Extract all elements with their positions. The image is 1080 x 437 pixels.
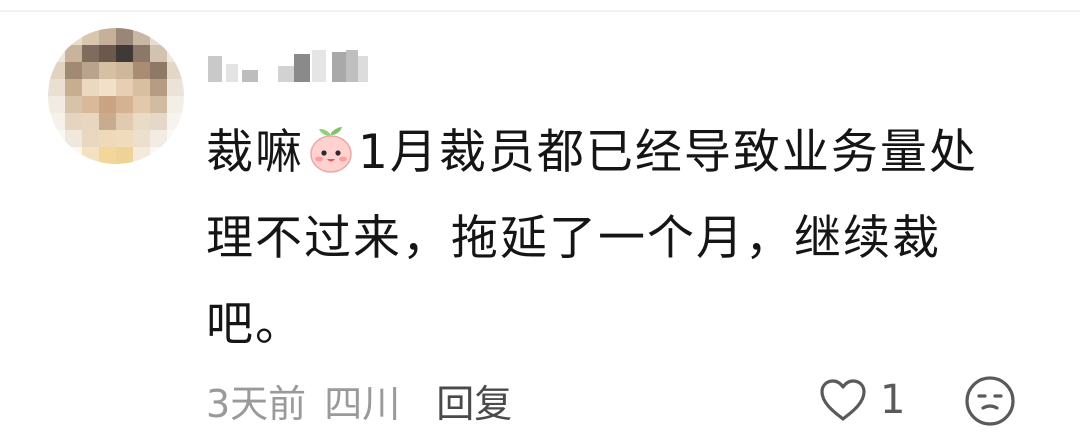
comment-line-1-end: 1月裁员都已经导致业务量处 (358, 125, 978, 180)
heart-outline-icon (820, 379, 866, 421)
peach-face-emoji-icon (306, 125, 356, 175)
comment-location: 四川 (324, 381, 401, 426)
username-redacted[interactable] (208, 50, 378, 82)
neutral-face-icon (965, 376, 1015, 426)
comment-card: 裁嘛 1月裁员都已经导致业务量处 理不过来，拖延了一个月，继续裁 吧。 3天前 … (0, 0, 1080, 437)
like-button[interactable]: 1 (818, 372, 905, 428)
comment-meta: 3天前 四川 回复 (206, 372, 512, 428)
reply-button[interactable]: 回复 (436, 373, 512, 428)
avatar[interactable] (48, 28, 184, 164)
like-count: 1 (880, 377, 906, 423)
comment-line-1-start: 裁嘛 (206, 125, 304, 180)
comment-line-2: 理不过来，拖延了一个月，继续裁 (206, 211, 941, 266)
comment-line-3: 吧。 (206, 297, 304, 352)
comment-time: 3天前 (206, 381, 307, 426)
comment-text: 裁嘛 1月裁员都已经导致业务量处 理不过来，拖延了一个月，继续裁 吧。 (206, 110, 1046, 368)
divider (0, 10, 1080, 12)
reaction-button[interactable] (963, 374, 1017, 428)
